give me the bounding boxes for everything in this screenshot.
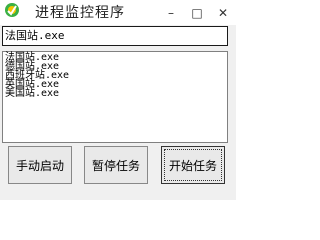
process-name-input[interactable]: 法国站.exe xyxy=(2,26,228,46)
window-title: 进程监控程序 xyxy=(35,5,125,21)
close-button[interactable]: ✕ xyxy=(210,0,236,25)
app-icon xyxy=(5,3,19,17)
pause-task-button[interactable]: 暂停任务 xyxy=(84,146,148,184)
start-task-button[interactable]: 开始任务 xyxy=(161,146,225,184)
manual-start-button[interactable]: 手动启动 xyxy=(8,146,72,184)
app-window: 进程监控程序 – □ ✕ 法国站.exe 法国站.exe 德国站.exe 西班牙… xyxy=(0,0,236,200)
maximize-button[interactable]: □ xyxy=(184,0,210,25)
minimize-button[interactable]: – xyxy=(158,0,184,25)
list-item[interactable]: 美国站.exe xyxy=(5,89,227,99)
process-list[interactable]: 法国站.exe 德国站.exe 西班牙站.exe 英国站.exe 美国站.exe xyxy=(2,51,228,143)
title-bar[interactable]: 进程监控程序 – □ ✕ xyxy=(0,0,236,25)
